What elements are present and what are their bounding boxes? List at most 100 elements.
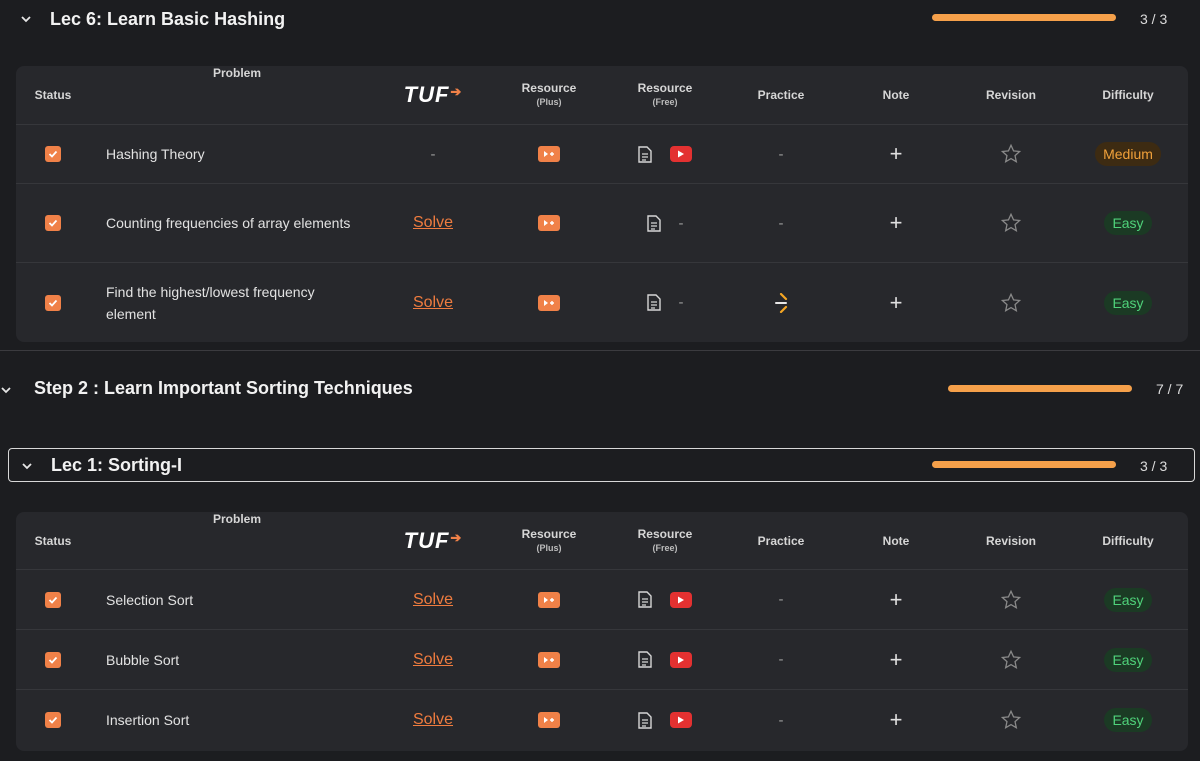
resource-plus-icon[interactable] xyxy=(538,146,560,162)
table-row: Hashing Theory - - + Medium xyxy=(16,125,1188,184)
practice-dash: - xyxy=(778,145,784,163)
play-glyph xyxy=(678,716,684,724)
lec1-progress-fill xyxy=(932,461,1116,468)
video-dash: - xyxy=(678,294,684,311)
check-icon xyxy=(48,596,58,604)
header-problem: Problem xyxy=(212,512,261,526)
header-tuf: TUF➔ xyxy=(378,512,488,569)
resource-plus-icon[interactable] xyxy=(538,294,560,311)
problem-name[interactable]: Hashing Theory xyxy=(106,143,205,165)
lec1-progress-bar xyxy=(932,461,1116,468)
lec6-header[interactable]: Lec 6: Learn Basic Hashing 3 / 3 xyxy=(8,2,1194,36)
star-icon[interactable] xyxy=(1000,143,1022,165)
status-checkbox[interactable] xyxy=(45,294,61,311)
add-note-button[interactable]: + xyxy=(890,290,903,316)
star-icon[interactable] xyxy=(1000,292,1022,314)
lec6-progress-text: 3 / 3 xyxy=(1140,11,1168,27)
star-icon[interactable] xyxy=(1000,649,1022,671)
youtube-icon[interactable] xyxy=(670,146,692,162)
play-plus-glyph xyxy=(544,656,554,663)
youtube-icon[interactable] xyxy=(670,712,692,728)
solve-link[interactable]: Solve xyxy=(413,651,453,669)
lec1-title: Lec 1: Sorting-I xyxy=(51,454,183,475)
star-icon[interactable] xyxy=(1000,709,1022,731)
table-row: Selection Sort Solve - + Easy xyxy=(16,570,1188,630)
difficulty-badge: Easy xyxy=(1104,708,1152,732)
check-icon xyxy=(48,150,58,158)
table-row: Insertion Sort Solve - + Easy xyxy=(16,690,1188,750)
status-checkbox[interactable] xyxy=(45,146,61,162)
solve-link[interactable]: Solve xyxy=(413,591,453,609)
article-icon[interactable] xyxy=(638,711,652,729)
add-note-button[interactable]: + xyxy=(890,210,903,236)
step2-header[interactable]: Step 2 : Learn Important Sorting Techniq… xyxy=(0,372,1200,408)
status-checkbox[interactable] xyxy=(45,215,61,231)
article-icon[interactable] xyxy=(638,651,652,668)
check-icon xyxy=(48,299,58,307)
lec6-progress-fill xyxy=(932,14,1116,21)
codestudio-icon[interactable] xyxy=(772,292,790,313)
problem-name[interactable]: Insertion Sort xyxy=(106,709,189,731)
status-checkbox[interactable] xyxy=(45,591,61,608)
add-note-button[interactable]: + xyxy=(890,707,903,733)
add-note-button[interactable]: + xyxy=(890,647,903,673)
tuf-arrow-icon: ➔ xyxy=(450,84,463,99)
article-icon[interactable] xyxy=(638,145,652,163)
lec1-progress-text: 3 / 3 xyxy=(1140,458,1168,474)
practice-dash: - xyxy=(778,591,784,608)
difficulty-badge: Medium xyxy=(1095,142,1161,166)
header-note: Note xyxy=(882,88,910,102)
header-practice: Practice xyxy=(757,533,805,548)
star-icon[interactable] xyxy=(1000,589,1022,611)
step2-title: Step 2 : Learn Important Sorting Techniq… xyxy=(34,378,413,398)
resource-plus-icon[interactable] xyxy=(538,712,560,728)
add-note-button[interactable]: + xyxy=(890,587,903,613)
table-header-row: Status Problem TUF➔ Resource (Plus) Reso… xyxy=(16,66,1188,125)
article-icon[interactable] xyxy=(646,294,661,311)
header-problem: Problem xyxy=(212,66,261,80)
play-glyph xyxy=(678,596,684,603)
header-difficulty: Difficulty xyxy=(1102,533,1154,548)
resource-plus-icon[interactable] xyxy=(538,651,560,668)
chevron-down-icon[interactable] xyxy=(18,11,34,27)
status-checkbox[interactable] xyxy=(45,651,61,668)
resource-plus-icon[interactable] xyxy=(538,591,560,608)
practice-dash: - xyxy=(778,711,784,729)
resource-plus-icon[interactable] xyxy=(538,215,560,231)
difficulty-badge: Easy xyxy=(1104,211,1152,235)
header-resource-free: Resource (Free) xyxy=(637,526,693,553)
chevron-down-icon[interactable] xyxy=(0,382,14,398)
problem-name[interactable]: Selection Sort xyxy=(106,589,193,611)
play-plus-glyph xyxy=(544,299,554,306)
practice-dash: - xyxy=(778,651,784,668)
header-status: Status xyxy=(34,533,72,548)
lec1-header[interactable]: Lec 1: Sorting-I 3 / 3 xyxy=(8,448,1195,482)
lec1-table: Status Problem TUF➔ Resource (Plus) Reso… xyxy=(16,512,1188,751)
table-row: Bubble Sort Solve - + Easy xyxy=(16,630,1188,690)
article-icon[interactable] xyxy=(646,214,661,232)
difficulty-badge: Easy xyxy=(1104,647,1152,672)
youtube-icon[interactable] xyxy=(670,651,692,668)
tuf-logo: TUF➔ xyxy=(403,82,463,107)
problem-name[interactable]: Find the highest/lowest frequency elemen… xyxy=(106,281,368,325)
solve-link[interactable]: Solve xyxy=(413,711,453,729)
youtube-icon[interactable] xyxy=(670,591,692,608)
status-checkbox[interactable] xyxy=(45,712,61,728)
section-divider xyxy=(0,350,1200,351)
problem-name[interactable]: Counting frequencies of array elements xyxy=(106,212,350,234)
solve-link[interactable]: Solve xyxy=(413,294,453,312)
add-note-button[interactable]: + xyxy=(890,141,903,167)
problem-name[interactable]: Bubble Sort xyxy=(106,649,179,671)
difficulty-badge: Easy xyxy=(1104,290,1152,315)
table-header-row: Status Problem TUF➔ Resource (Plus) Reso… xyxy=(16,512,1188,570)
play-plus-glyph xyxy=(544,596,554,603)
article-icon[interactable] xyxy=(638,591,652,608)
header-revision: Revision xyxy=(985,533,1036,548)
solve-link[interactable]: Solve xyxy=(413,214,453,232)
star-icon[interactable] xyxy=(1000,212,1022,234)
difficulty-badge: Easy xyxy=(1104,587,1152,612)
check-icon xyxy=(48,716,58,724)
chevron-down-icon[interactable] xyxy=(19,458,35,474)
play-plus-glyph xyxy=(544,151,554,157)
tuf-arrow-icon: ➔ xyxy=(450,529,463,545)
